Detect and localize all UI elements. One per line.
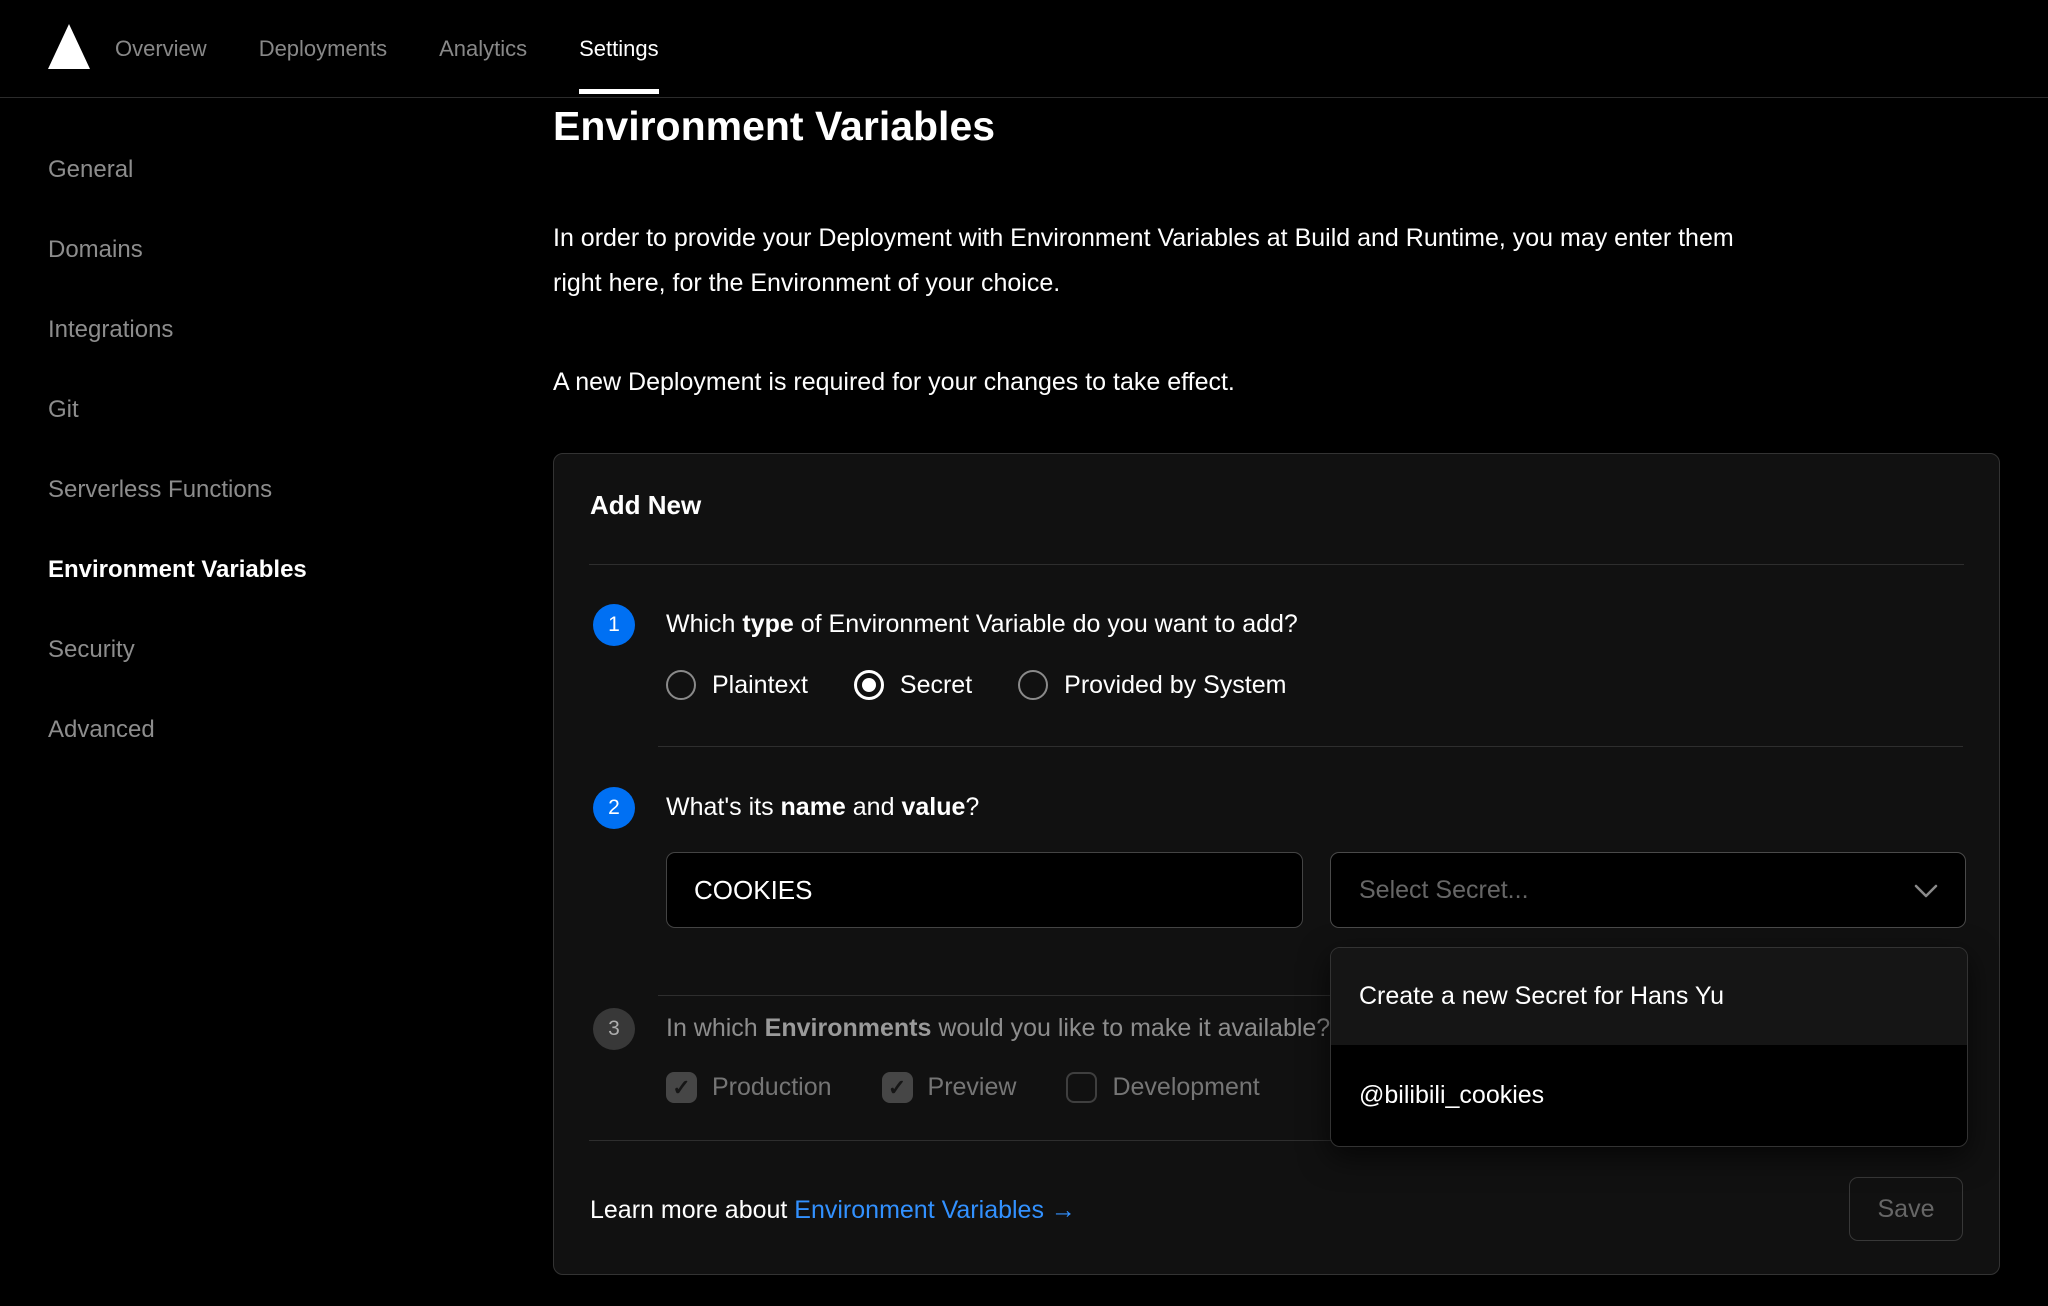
tab-analytics[interactable]: Analytics	[439, 0, 527, 97]
secret-select-placeholder: Select Secret...	[1359, 876, 1529, 905]
add-new-card: Add New 1 Which type of Environment Vari…	[553, 453, 2000, 1275]
checkbox-preview-box-icon[interactable]: ✓	[882, 1072, 913, 1103]
step-2-question: What's its name and value?	[666, 793, 979, 822]
checkmark-icon: ✓	[672, 1077, 690, 1099]
sidebar-item-domains[interactable]: Domains	[48, 210, 307, 290]
variable-name-input[interactable]	[666, 852, 1303, 928]
step-2-badge: 2	[593, 787, 635, 829]
radio-plaintext-circle-icon[interactable]	[666, 670, 696, 700]
tab-overview[interactable]: Overview	[115, 0, 207, 97]
sidebar-item-security[interactable]: Security	[48, 610, 307, 690]
tab-deployments[interactable]: Deployments	[259, 0, 387, 97]
checkbox-development-box-icon[interactable]: ✓	[1066, 1072, 1097, 1103]
step-1-divider	[658, 746, 1963, 747]
dropdown-item-bilibili-cookies[interactable]: @bilibili_cookies	[1331, 1045, 1967, 1146]
tab-settings[interactable]: Settings	[579, 0, 659, 97]
checkmark-icon: ✓	[888, 1077, 906, 1099]
secret-dropdown-menu: Create a new Secret for Hans Yu @bilibil…	[1330, 947, 1968, 1147]
checkbox-production-box-icon[interactable]: ✓	[666, 1072, 697, 1103]
radio-provided-by-system[interactable]: Provided by System	[1018, 670, 1286, 700]
learn-more-text: Learn more about Environment Variables →	[590, 1196, 1076, 1225]
radio-secret-circle-icon[interactable]	[854, 670, 884, 700]
sidebar-item-general[interactable]: General	[48, 130, 307, 210]
sidebar-item-environment-variables[interactable]: Environment Variables	[48, 530, 307, 610]
radio-provided-by-system-label: Provided by System	[1064, 671, 1286, 700]
secret-select[interactable]: Select Secret...	[1330, 852, 1966, 928]
type-radio-group: Plaintext Secret Provided by System	[666, 670, 1286, 700]
settings-sidebar: General Domains Integrations Git Serverl…	[48, 130, 307, 770]
step-3-question: In which Environments would you like to …	[666, 1014, 1330, 1043]
radio-secret-label: Secret	[900, 671, 972, 700]
checkbox-development-label: Development	[1112, 1073, 1259, 1102]
card-title: Add New	[590, 490, 701, 521]
chevron-down-icon	[1913, 881, 1939, 901]
sidebar-item-git[interactable]: Git	[48, 370, 307, 450]
step-1-question: Which type of Environment Variable do yo…	[666, 610, 1298, 639]
vercel-logo-icon	[48, 24, 90, 69]
checkbox-production-label: Production	[712, 1073, 832, 1102]
redeploy-note: A new Deployment is required for your ch…	[553, 368, 1235, 397]
dropdown-item-create-new-secret[interactable]: Create a new Secret for Hans Yu	[1331, 948, 1967, 1045]
radio-provided-by-system-circle-icon[interactable]	[1018, 670, 1048, 700]
step-3-badge: 3	[593, 1008, 635, 1050]
sidebar-item-advanced[interactable]: Advanced	[48, 690, 307, 770]
checkbox-preview-label: Preview	[928, 1073, 1017, 1102]
step-1-badge: 1	[593, 604, 635, 646]
checkbox-production[interactable]: ✓ Production	[666, 1072, 832, 1103]
environment-variables-settings-page: Overview Deployments Analytics Settings …	[0, 0, 2048, 1306]
radio-plaintext[interactable]: Plaintext	[666, 670, 808, 700]
card-header-divider	[589, 564, 1964, 565]
intro-paragraph: In order to provide your Deployment with…	[553, 216, 1734, 306]
sidebar-item-integrations[interactable]: Integrations	[48, 290, 307, 370]
top-nav-links: Overview Deployments Analytics Settings	[115, 0, 659, 97]
top-navigation-bar: Overview Deployments Analytics Settings	[0, 0, 2048, 98]
sidebar-item-serverless-functions[interactable]: Serverless Functions	[48, 450, 307, 530]
environment-checkbox-group: ✓ Production ✓ Preview ✓ Development	[666, 1072, 1260, 1103]
checkbox-development[interactable]: ✓ Development	[1066, 1072, 1259, 1103]
radio-plaintext-label: Plaintext	[712, 671, 808, 700]
radio-secret[interactable]: Secret	[854, 670, 972, 700]
checkbox-preview[interactable]: ✓ Preview	[882, 1072, 1017, 1103]
environment-variables-docs-link[interactable]: Environment Variables →	[794, 1196, 1076, 1224]
page-title: Environment Variables	[553, 103, 995, 150]
save-button[interactable]: Save	[1849, 1177, 1963, 1241]
